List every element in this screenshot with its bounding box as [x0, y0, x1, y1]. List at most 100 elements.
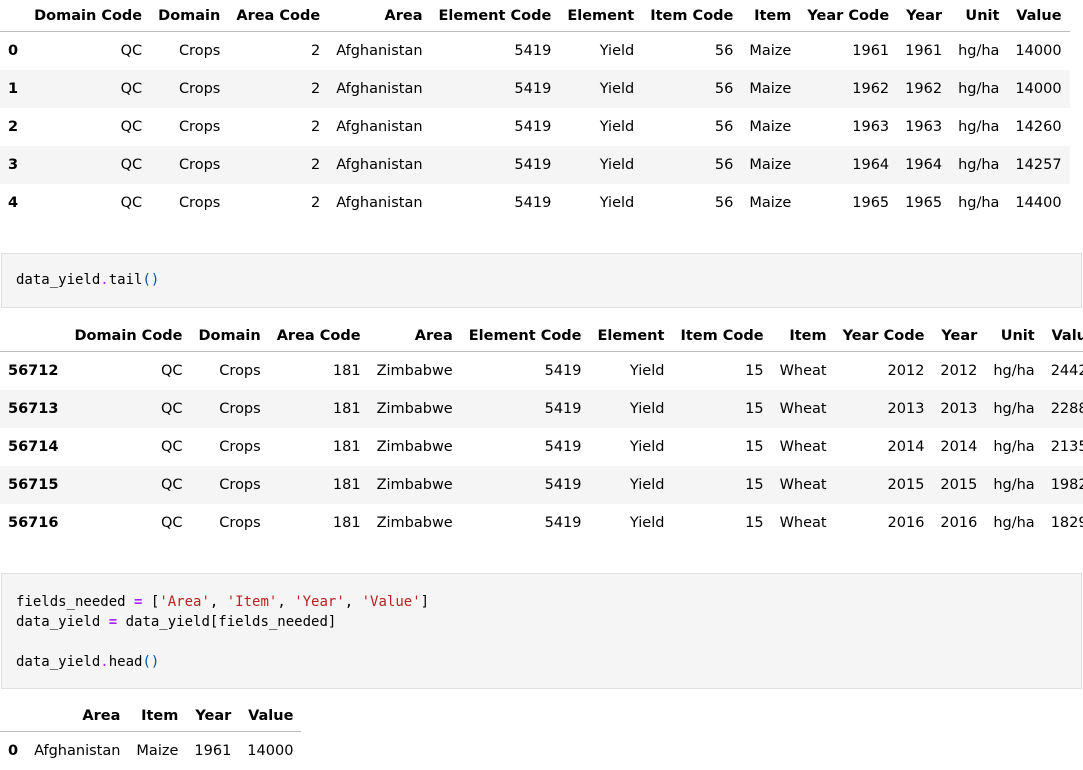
table-cell: QC [26, 32, 150, 71]
code-cell-tail[interactable]: data_yield.tail() [1, 253, 1082, 308]
column-header: Area [369, 320, 461, 352]
table-cell: Wheat [772, 390, 835, 428]
table-cell: Crops [150, 70, 228, 108]
table-cell: Yield [559, 146, 642, 184]
row-index: 3 [0, 146, 26, 184]
table-cell: 56 [642, 184, 741, 222]
table-cell: hg/ha [985, 390, 1042, 428]
row-index: 0 [0, 732, 26, 770]
column-header: Element [590, 320, 673, 352]
table-cell: 19826 [1043, 466, 1083, 504]
code-separator: , [277, 594, 294, 610]
table-cell: 14257 [1007, 146, 1069, 184]
table-cell: 2016 [835, 504, 933, 542]
table-row: 3QCCrops2Afghanistan5419Yield56Maize1964… [0, 146, 1070, 184]
table-cell: 14400 [1007, 184, 1069, 222]
table-cell: Yield [590, 466, 673, 504]
table-cell: 1962 [799, 70, 897, 108]
dataframe-table: AreaItemYearValue 0AfghanistanMaize19611… [0, 700, 301, 770]
table-cell: QC [26, 184, 150, 222]
table-cell: 1964 [799, 146, 897, 184]
code-string: 'Year' [294, 594, 345, 610]
table-cell: Crops [150, 184, 228, 222]
row-index: 4 [0, 184, 26, 222]
code-method: head [109, 654, 143, 670]
column-header: Unit [985, 320, 1042, 352]
table-row: 0QCCrops2Afghanistan5419Yield56Maize1961… [0, 32, 1070, 71]
code-operator: . [100, 272, 108, 288]
table-cell: QC [66, 428, 190, 466]
code-identifier: data_yield [16, 654, 100, 670]
code-method: tail [109, 272, 143, 288]
column-header: Item Code [642, 0, 741, 32]
table-cell: Yield [590, 352, 673, 391]
table-row: 56714QCCrops181Zimbabwe5419Yield15Wheat2… [0, 428, 1083, 466]
table-cell: 2 [228, 146, 328, 184]
table-cell: 5419 [431, 146, 560, 184]
column-header: Unit [950, 0, 1007, 32]
table-row: 0AfghanistanMaize196114000 [0, 732, 301, 770]
table-cell: 5419 [461, 428, 590, 466]
table-cell: Afghanistan [328, 108, 430, 146]
table-cell: Yield [559, 184, 642, 222]
column-header: Area [328, 0, 430, 32]
table-cell: 2 [228, 32, 328, 71]
column-header: Year [897, 0, 950, 32]
table-cell: 5419 [461, 504, 590, 542]
output-dataframe-tail: Domain CodeDomainArea CodeAreaElement Co… [0, 320, 1083, 542]
row-index: 56714 [0, 428, 66, 466]
column-header: Element Code [431, 0, 560, 32]
table-cell: 1961 [799, 32, 897, 71]
table-cell: hg/ha [950, 146, 1007, 184]
table-cell: 15 [672, 504, 771, 542]
code-cell-select-fields[interactable]: fields_needed = ['Area', 'Item', 'Year',… [1, 573, 1082, 689]
code-string: 'Value' [362, 594, 421, 610]
table-cell: Crops [150, 146, 228, 184]
table-cell: 5419 [461, 390, 590, 428]
column-header: Element [559, 0, 642, 32]
column-header: Year Code [835, 320, 933, 352]
table-cell: Maize [741, 108, 799, 146]
table-cell: Wheat [772, 504, 835, 542]
table-cell: QC [66, 390, 190, 428]
table-cell: 56 [642, 108, 741, 146]
code-identifier: fields_needed [16, 594, 134, 610]
table-row: 4QCCrops2Afghanistan5419Yield56Maize1965… [0, 184, 1070, 222]
table-cell: QC [66, 352, 190, 391]
table-cell: 15 [672, 390, 771, 428]
table-cell: 15 [672, 428, 771, 466]
code-string: 'Area' [159, 594, 210, 610]
table-cell: hg/ha [985, 466, 1042, 504]
table-cell: 24420 [1043, 352, 1083, 391]
table-cell: 1965 [799, 184, 897, 222]
table-header-row: AreaItemYearValue [0, 700, 301, 732]
table-cell: Zimbabwe [369, 466, 461, 504]
table-cell: 5419 [461, 352, 590, 391]
table-cell: 2 [228, 70, 328, 108]
table-cell: Afghanistan [26, 732, 128, 770]
table-cell: 15 [672, 466, 771, 504]
dataframe-table: Domain CodeDomainArea CodeAreaElement Co… [0, 320, 1083, 542]
table-cell: 5419 [461, 466, 590, 504]
table-cell: 5419 [431, 70, 560, 108]
code-parens: () [142, 654, 159, 670]
table-cell: 2016 [932, 504, 985, 542]
table-cell: Crops [191, 428, 269, 466]
column-header: Year [932, 320, 985, 352]
table-cell: Zimbabwe [369, 428, 461, 466]
table-cell: 2013 [835, 390, 933, 428]
column-header: Item [772, 320, 835, 352]
table-cell: Zimbabwe [369, 352, 461, 391]
table-cell: Afghanistan [328, 32, 430, 71]
table-cell: 1963 [799, 108, 897, 146]
code-parens: () [142, 272, 159, 288]
index-header [0, 0, 26, 32]
column-header: Year Code [799, 0, 897, 32]
code-identifier: data_yield [16, 614, 109, 630]
table-cell: hg/ha [950, 70, 1007, 108]
table-cell: 1963 [897, 108, 950, 146]
table-header-row: Domain CodeDomainArea CodeAreaElement Co… [0, 320, 1083, 352]
table-cell: 181 [269, 390, 369, 428]
table-cell: hg/ha [985, 504, 1042, 542]
table-cell: QC [66, 466, 190, 504]
